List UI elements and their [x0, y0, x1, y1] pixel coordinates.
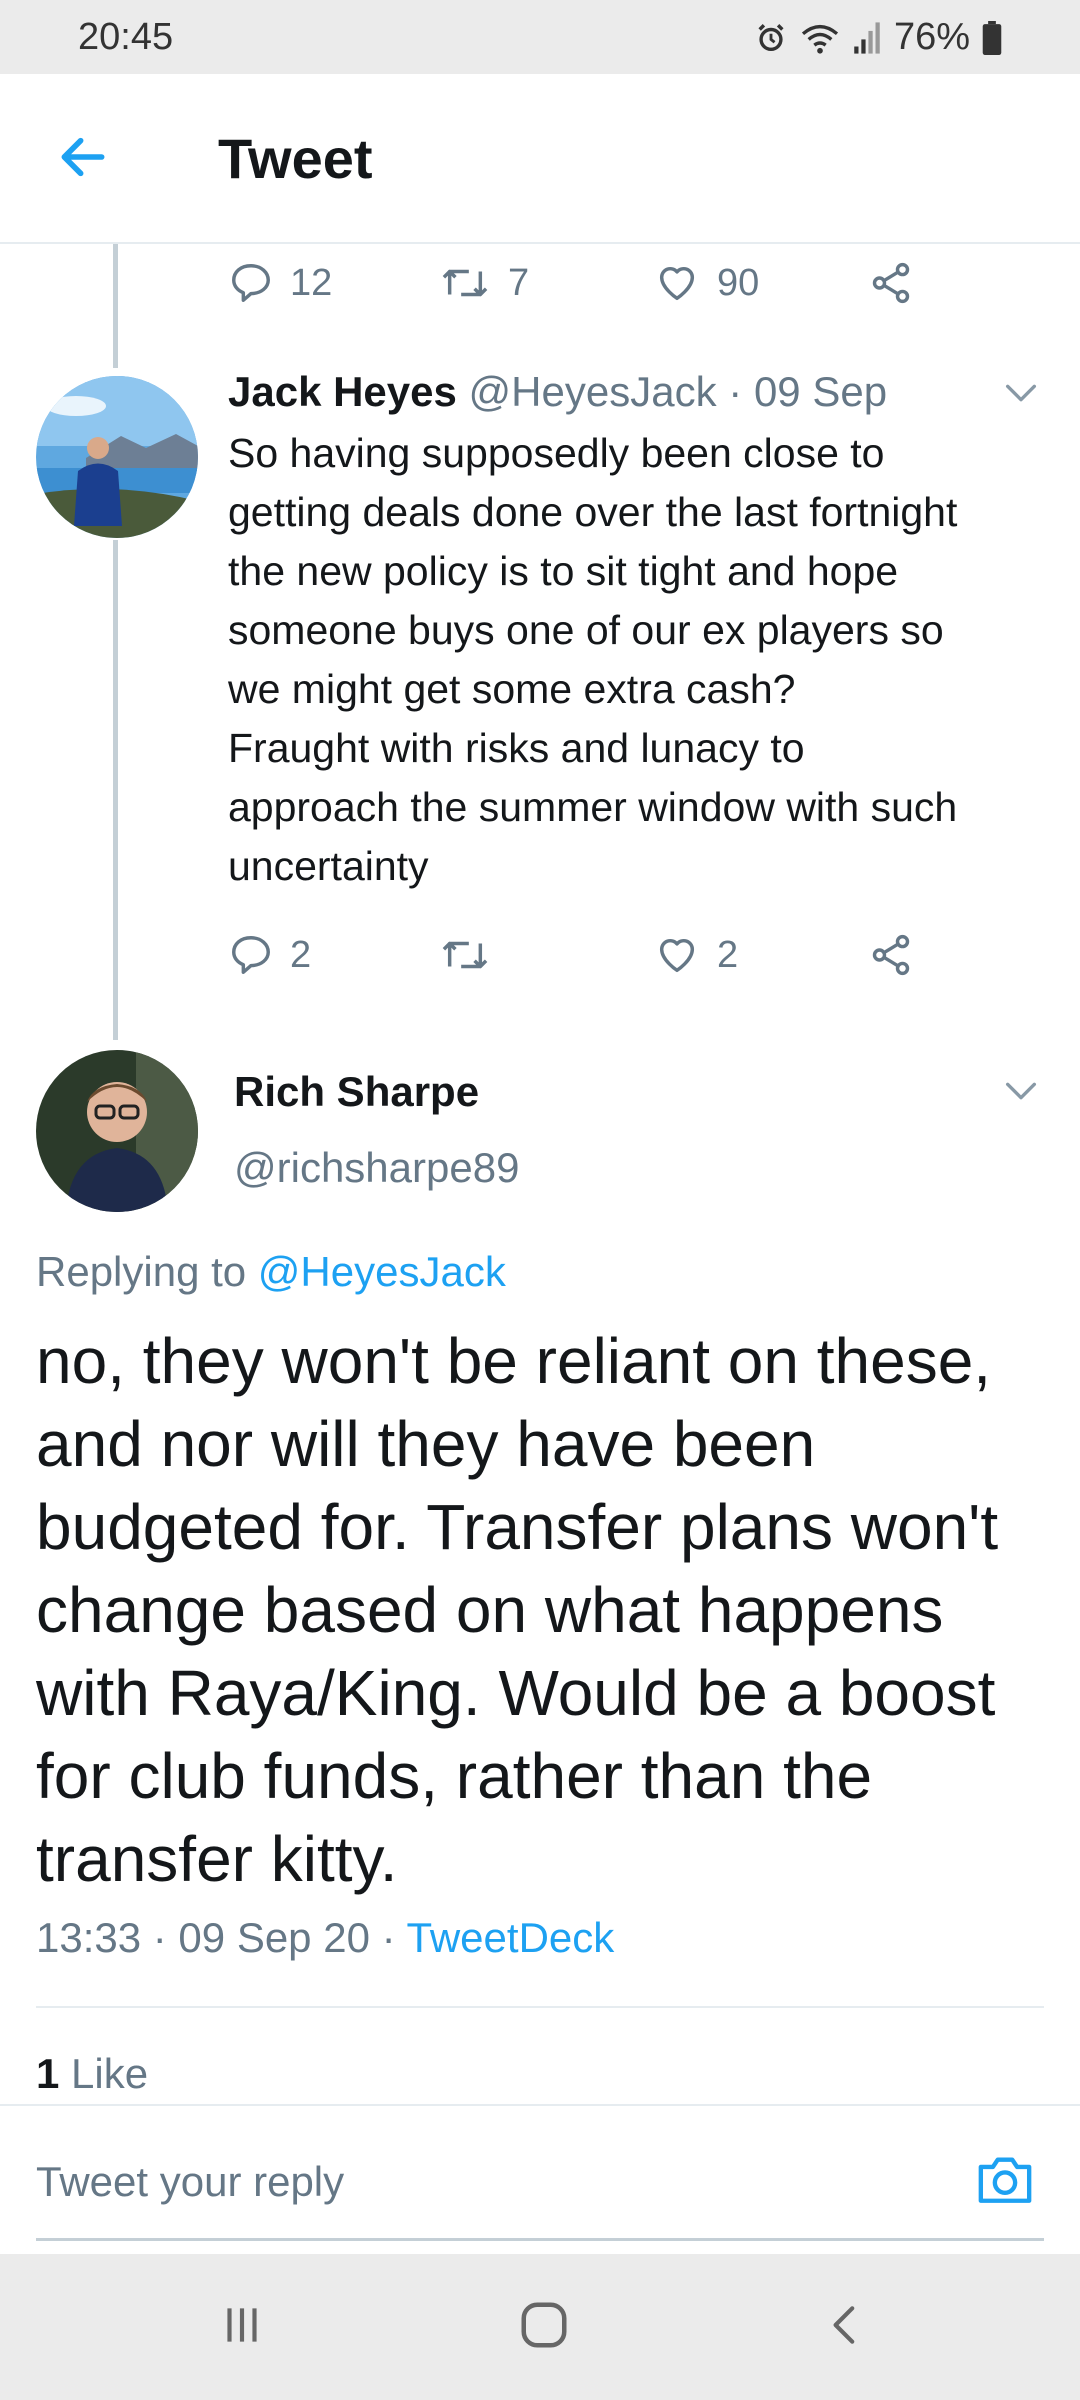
- avatar[interactable]: [36, 1050, 198, 1212]
- reply-count: 2: [290, 933, 312, 976]
- retweet-count: 7: [508, 261, 530, 304]
- retweet-icon: [438, 260, 492, 306]
- previous-tweet-actions: 12 7 90: [228, 248, 1048, 318]
- arrow-left-icon: [55, 129, 111, 190]
- like-button[interactable]: 2: [653, 920, 738, 990]
- app-header: Tweet: [0, 74, 1080, 244]
- reply-tweet-text: So having supposedly been close to getti…: [228, 430, 958, 889]
- camera-button[interactable]: [970, 2146, 1040, 2216]
- author-handle[interactable]: @HeyesJack: [469, 368, 717, 415]
- comment-icon: [228, 260, 274, 306]
- tweet-source-link[interactable]: TweetDeck: [407, 1914, 615, 1961]
- heart-icon: [653, 932, 701, 978]
- back-button[interactable]: [48, 124, 118, 194]
- heart-icon: [653, 260, 701, 306]
- reply-input[interactable]: Tweet your reply: [36, 2158, 344, 2206]
- likes-count: 1: [36, 2050, 60, 2097]
- status-bar: 20:45 76%: [0, 0, 1080, 74]
- share-button[interactable]: [868, 248, 914, 318]
- alarm-icon: [754, 21, 788, 55]
- author-name[interactable]: Jack Heyes: [228, 368, 457, 415]
- system-nav-bar: [0, 2254, 1080, 2400]
- author-name[interactable]: Rich Sharpe: [234, 1068, 479, 1116]
- share-button[interactable]: [868, 920, 914, 990]
- home-icon: [517, 2298, 571, 2357]
- retweet-button[interactable]: [438, 920, 508, 990]
- like-button[interactable]: 90: [653, 248, 759, 318]
- comment-icon: [228, 932, 274, 978]
- system-back-button[interactable]: [806, 2292, 886, 2362]
- share-icon: [868, 260, 914, 306]
- tweet-timestamp: 13:33 · 09 Sep 20 ·: [36, 1914, 396, 1961]
- tweet-metadata: 13:33 · 09 Sep 20 · TweetDeck: [36, 1914, 614, 1962]
- reply-count: 12: [290, 261, 333, 304]
- chevron-left-icon: [821, 2300, 871, 2355]
- camera-icon: [973, 2150, 1037, 2213]
- status-time: 20:45: [78, 16, 174, 58]
- replying-to: Replying to @HeyesJack: [36, 1248, 506, 1296]
- wifi-icon: [800, 21, 840, 55]
- page-title: Tweet: [218, 127, 373, 190]
- separator-dot: ·: [728, 368, 743, 415]
- likes-label: Like: [71, 2050, 149, 2097]
- like-count: 90: [717, 261, 760, 304]
- main-tweet-text: no, they won't be reliant on these, and …: [36, 1325, 999, 1895]
- chevron-down-icon: [1001, 1071, 1041, 1116]
- reply-tweet-actions: 2 2: [228, 920, 1048, 990]
- reply-button[interactable]: 12: [228, 248, 332, 318]
- reply-button[interactable]: 2: [228, 920, 311, 990]
- share-icon: [868, 932, 914, 978]
- battery-icon: [982, 20, 1002, 55]
- tweet-date: 09 Sep: [753, 368, 888, 415]
- battery-percent: 76%: [893, 16, 970, 58]
- recent-apps-button[interactable]: [202, 2292, 282, 2362]
- thread-line-top: [113, 244, 118, 368]
- chevron-down-icon: [1001, 373, 1041, 418]
- reply-input-underline: [36, 2238, 1044, 2241]
- tweet-menu-button[interactable]: [996, 1068, 1046, 1118]
- home-button[interactable]: [504, 2292, 584, 2362]
- reply-composer: Tweet your reply: [0, 2104, 1080, 2254]
- likes-summary[interactable]: 1 Like: [36, 2050, 148, 2098]
- replying-to-link[interactable]: @HeyesJack: [258, 1248, 506, 1295]
- reply-tweet-header: Jack Heyes @HeyesJack · 09 Sep: [228, 368, 887, 416]
- thread-line-middle: [113, 540, 118, 1040]
- signal-icon: [852, 21, 882, 55]
- recent-apps-icon: [217, 2300, 267, 2355]
- status-icons: 76%: [754, 16, 1002, 59]
- retweet-button[interactable]: 7: [438, 248, 529, 318]
- avatar[interactable]: [36, 376, 198, 538]
- author-handle[interactable]: @richsharpe89: [234, 1144, 519, 1192]
- retweet-icon: [438, 932, 492, 978]
- like-count: 2: [717, 933, 739, 976]
- tweet-menu-button[interactable]: [996, 370, 1046, 420]
- divider: [36, 2006, 1044, 2008]
- replying-prefix: Replying to: [36, 1248, 247, 1295]
